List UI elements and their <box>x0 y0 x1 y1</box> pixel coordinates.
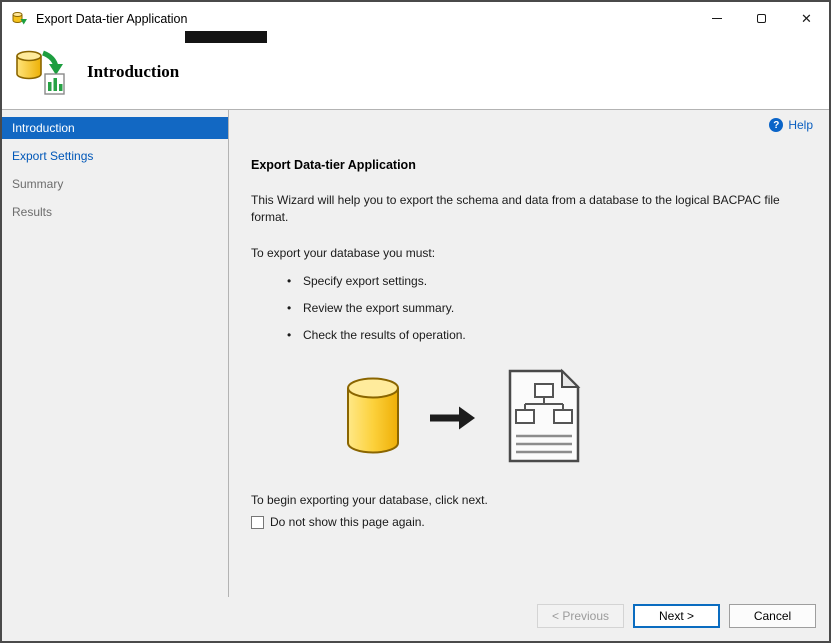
wizard-steps-sidebar: Introduction Export Settings Summary Res… <box>2 110 229 597</box>
list-item: Specify export settings. <box>251 274 813 288</box>
footer-bar: < Previous Next > Cancel <box>2 597 829 641</box>
content-heading: Export Data-tier Application <box>251 158 416 172</box>
maximize-icon <box>757 14 766 23</box>
sidebar-item-introduction[interactable]: Introduction <box>2 117 228 139</box>
wizard-body: Introduction Export Settings Summary Res… <box>2 110 829 597</box>
next-button[interactable]: Next > <box>633 604 720 628</box>
close-button[interactable]: ✕ <box>784 2 829 35</box>
maximize-button[interactable] <box>739 2 784 35</box>
help-label: Help <box>788 118 813 132</box>
previous-button[interactable]: < Previous <box>537 604 624 628</box>
main-content: ? Help Export Data-tier Application This… <box>229 110 829 597</box>
help-icon: ? <box>769 118 784 132</box>
do-not-show-checkbox[interactable] <box>251 515 264 529</box>
cancel-button[interactable]: Cancel <box>729 604 816 628</box>
sidebar-item-results: Results <box>12 205 53 219</box>
wizard-header: Introduction <box>2 35 829 110</box>
close-icon: ✕ <box>801 10 812 26</box>
database-cylinder-icon <box>346 377 400 458</box>
bacpac-file-icon <box>506 368 582 467</box>
list-item: Check the results of operation. <box>251 328 813 342</box>
minimize-icon <box>711 18 722 19</box>
do-not-show-row: Do not show this page again. <box>251 515 813 529</box>
app-icon <box>12 11 28 27</box>
dark-strip-artifact <box>185 31 267 43</box>
list-item: Review the export summary. <box>251 301 813 315</box>
requirements-list: Specify export settings. Review the expo… <box>251 274 813 342</box>
page-title: Introduction <box>87 62 180 81</box>
do-not-show-label: Do not show this page again. <box>270 515 425 529</box>
intro-paragraph: This Wizard will help you to export the … <box>251 193 780 224</box>
help-link[interactable]: ? Help <box>251 118 813 132</box>
export-database-icon <box>15 48 67 99</box>
window-title: Export Data-tier Application <box>36 11 188 26</box>
sidebar-item-summary: Summary <box>12 177 64 191</box>
export-illustration <box>346 368 813 467</box>
right-arrow-icon <box>430 403 476 433</box>
minimize-button[interactable] <box>694 2 739 35</box>
sidebar-item-export-settings[interactable]: Export Settings <box>2 145 228 167</box>
window-controls: ✕ <box>694 2 829 35</box>
requirements-label: To export your database you must: <box>251 246 436 260</box>
export-wizard-window: Export Data-tier Application ✕ Introduct… <box>0 0 831 643</box>
titlebar: Export Data-tier Application ✕ <box>2 2 829 35</box>
begin-export-text: To begin exporting your database, click … <box>251 493 488 507</box>
